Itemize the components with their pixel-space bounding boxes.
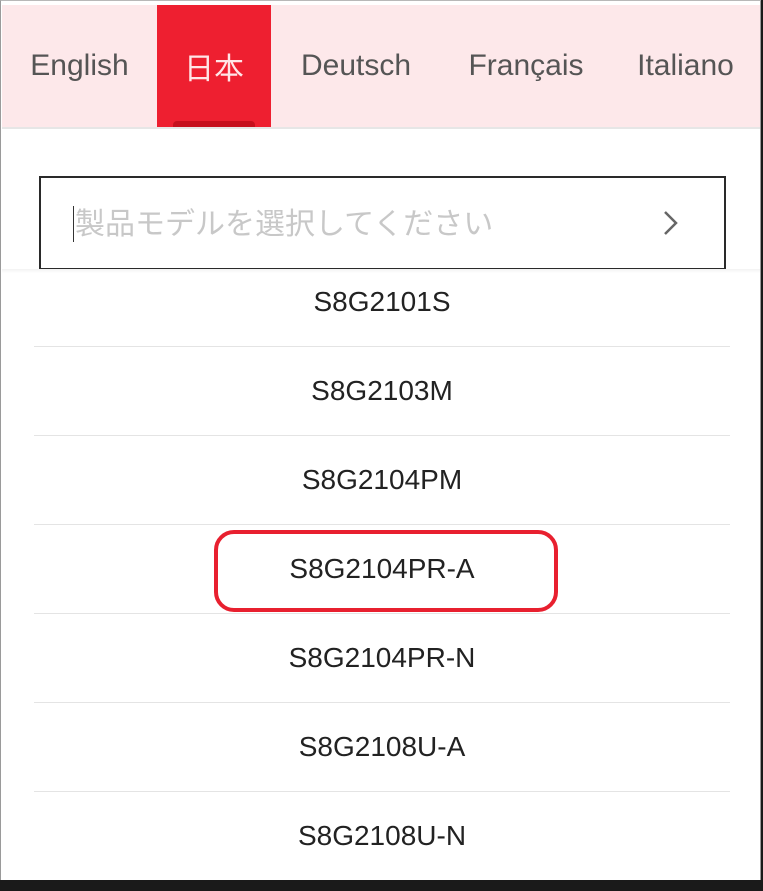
- model-name: S8G2104PR-A: [289, 553, 475, 584]
- tab-label: English: [30, 49, 129, 82]
- model-search-input[interactable]: [73, 178, 637, 270]
- tab-italiano[interactable]: Italiano: [611, 5, 760, 127]
- model-name: S8G2108U-N: [297, 820, 467, 851]
- model-name: S8G2101S: [313, 286, 451, 317]
- list-item[interactable]: S8G2104PM: [34, 436, 730, 525]
- list-item[interactable]: S8G2103M: [34, 347, 730, 436]
- language-tabs: English 日本 Deutsch Français Italiano: [2, 5, 760, 129]
- list-item[interactable]: S8G2104PR-N: [34, 614, 730, 703]
- tab-label: Français: [468, 49, 584, 82]
- tab-label: Deutsch: [300, 49, 412, 82]
- model-name: S8G2108U-A: [298, 731, 466, 762]
- chevron-right-icon[interactable]: [656, 208, 686, 238]
- model-name: S8G2104PR-N: [288, 642, 476, 673]
- tab-label: Italiano: [637, 49, 734, 82]
- model-selector-panel: English 日本 Deutsch Français Italiano S8G…: [0, 0, 761, 880]
- text-caret: [73, 206, 74, 242]
- model-name: S8G2104PM: [301, 464, 463, 495]
- model-list: S8G2101S S8G2103M S8G2104PM S8G2104PR-A …: [34, 258, 730, 880]
- model-search-box: [39, 176, 726, 270]
- tab-english[interactable]: English: [2, 5, 157, 127]
- tab-francais[interactable]: Français: [441, 5, 611, 127]
- active-tab-indicator: [173, 121, 255, 127]
- tab-label: 日本: [184, 53, 244, 86]
- tab-deutsch[interactable]: Deutsch: [271, 5, 441, 127]
- list-item[interactable]: S8G2108U-A: [34, 703, 730, 792]
- list-item[interactable]: S8G2101S: [34, 258, 730, 347]
- list-item-highlighted[interactable]: S8G2104PR-A: [34, 525, 730, 614]
- tab-japanese[interactable]: 日本: [157, 5, 271, 127]
- list-item[interactable]: S8G2108U-N: [34, 792, 730, 880]
- model-name: S8G2103M: [311, 375, 453, 406]
